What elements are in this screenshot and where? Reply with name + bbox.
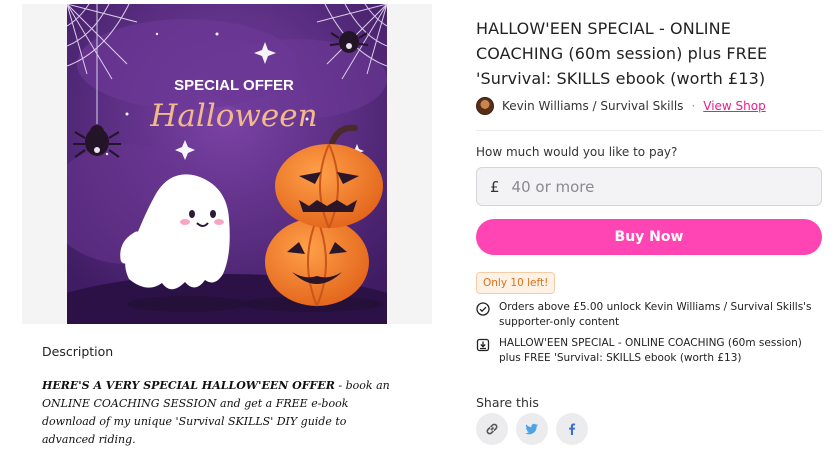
amount-input[interactable] <box>511 177 772 196</box>
creator-row: Kevin Williams / Survival Skills · View … <box>476 97 822 115</box>
share-buttons <box>476 413 588 445</box>
pay-amount-field[interactable]: £ <box>476 167 822 206</box>
pumpkin-bottom <box>265 217 369 307</box>
pay-amount-label: How much would you like to pay? <box>476 145 678 159</box>
creator-name[interactable]: Kevin Williams / Survival Skills <box>502 99 683 113</box>
link-icon <box>486 423 498 435</box>
check-circle-icon <box>476 302 490 316</box>
description-heading: Description <box>42 344 114 359</box>
currency-symbol: £ <box>490 177 500 196</box>
feature-item: Orders above £5.00 unlock Kevin Williams… <box>476 300 822 330</box>
product-info-column: HALLOW'EEN SPECIAL - ONLINE COACHING (60… <box>476 16 822 366</box>
banner-line1: SPECIAL OFFER <box>174 77 294 94</box>
buy-now-button[interactable]: Buy Now <box>476 219 822 255</box>
share-label: Share this <box>476 395 539 410</box>
share-link-button[interactable] <box>476 413 508 445</box>
share-facebook-button[interactable] <box>556 413 588 445</box>
view-shop-link[interactable]: View Shop <box>703 99 765 113</box>
feature-text: HALLOW'EEN SPECIAL - ONLINE COACHING (60… <box>499 337 802 364</box>
separator-dot: · <box>691 99 696 113</box>
description-body: HERE'S A VERY SPECIAL HALLOW'EEN OFFER -… <box>42 377 402 449</box>
feature-item: HALLOW'EEN SPECIAL - ONLINE COACHING (60… <box>476 336 822 366</box>
halloween-illustration: SPECIAL OFFER Halloween <box>67 4 387 324</box>
stock-badge: Only 10 left! <box>476 272 556 294</box>
description-section: Description HERE'S A VERY SPECIAL HALLOW… <box>42 344 402 449</box>
description-body-bold: HERE'S A VERY SPECIAL HALLOW'EEN OFFER <box>42 379 335 392</box>
product-image-panel: SPECIAL OFFER Halloween <box>22 4 432 324</box>
twitter-icon <box>525 423 538 435</box>
feature-text: Orders above £5.00 unlock Kevin Williams… <box>499 301 812 328</box>
download-box-icon <box>476 338 490 352</box>
creator-avatar[interactable] <box>476 97 494 115</box>
divider <box>476 130 822 131</box>
banner-line2: Halloween <box>149 98 317 134</box>
halloween-artwork: SPECIAL OFFER Halloween <box>67 4 387 324</box>
facebook-icon <box>569 423 576 435</box>
share-twitter-button[interactable] <box>516 413 548 445</box>
product-title: HALLOW'EEN SPECIAL - ONLINE COACHING (60… <box>476 19 768 88</box>
